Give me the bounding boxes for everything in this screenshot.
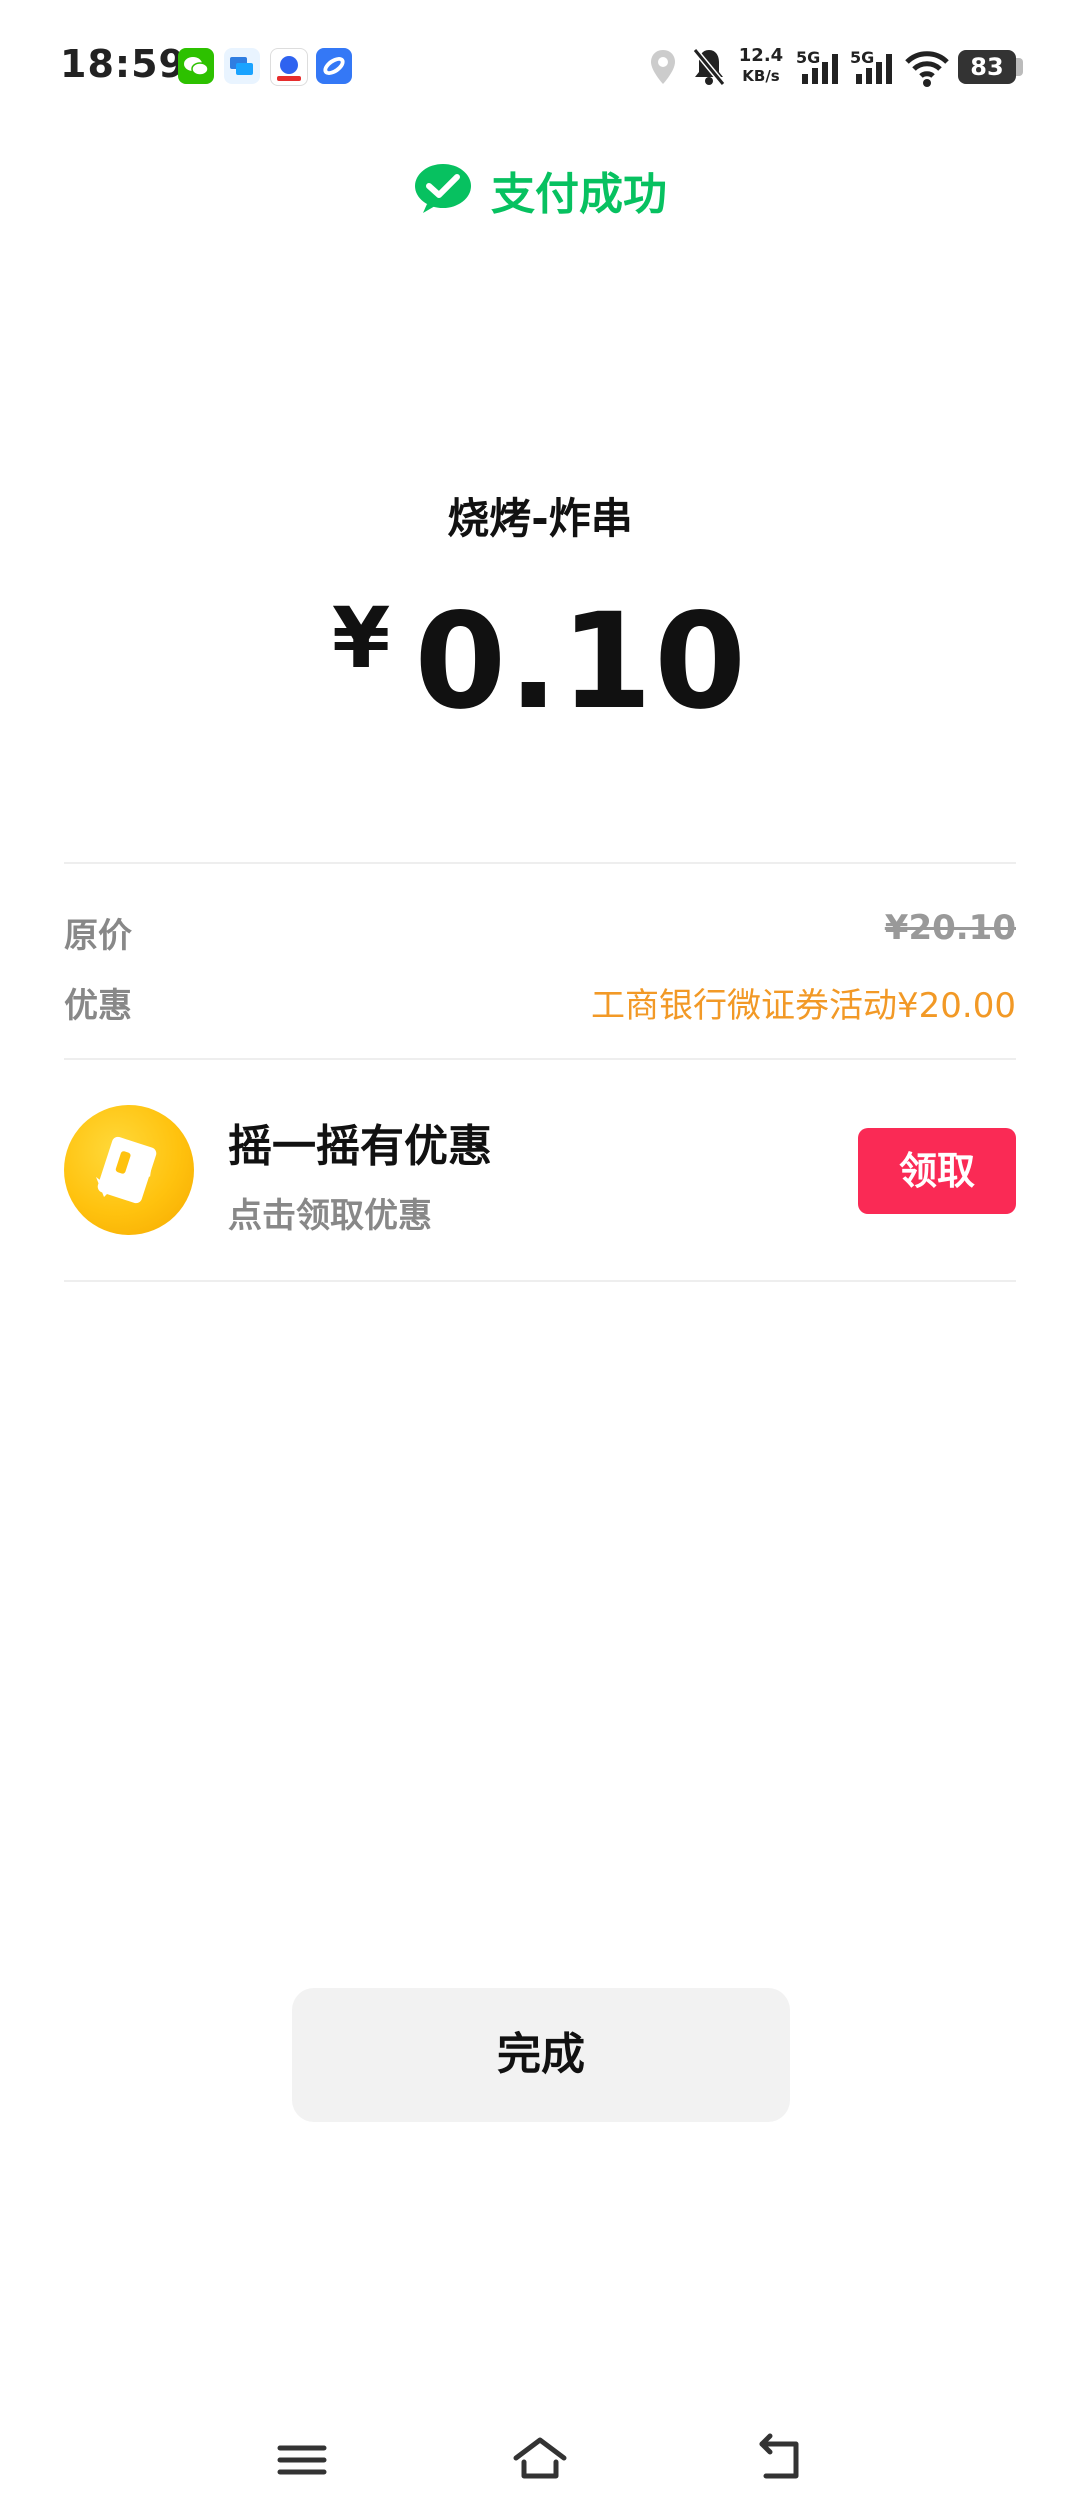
divider (64, 1058, 1016, 1060)
shake-promo: 摇一摇有优惠 点击领取优惠 领取 (64, 1100, 1016, 1240)
divider (64, 1280, 1016, 1282)
claim-button[interactable]: 领取 (858, 1128, 1016, 1214)
divider (64, 862, 1016, 864)
signal-bars-icon (802, 54, 838, 84)
signal-2: 5G (850, 46, 900, 88)
mute-bell-icon (690, 46, 728, 92)
currency-symbol: ¥ (331, 589, 391, 687)
signal-bars-icon (856, 54, 892, 84)
signal-1: 5G (796, 46, 846, 88)
browser-icon (316, 48, 352, 84)
net-speed-unit: KB/s (742, 67, 780, 85)
promo-subtitle: 点击领取优惠 (228, 1196, 432, 1236)
wechat-pay-check-icon (413, 162, 473, 218)
original-price-label: 原价 (64, 916, 132, 956)
wechat-icon (178, 48, 214, 84)
payment-success-screen: 18:59 12.4 KB/s 5G 5G 83 支付成功 烧烤-炸串 ¥ 0.… (0, 0, 1080, 2520)
done-button[interactable]: 完成 (292, 1988, 790, 2122)
message-icon (224, 48, 260, 84)
baidu-icon (270, 48, 308, 86)
discount-value: 工商银行微证券活动¥20.00 (591, 986, 1016, 1026)
success-title: 支付成功 (491, 169, 667, 220)
merchant-name: 烧烤-炸串 (447, 494, 633, 543)
status-time: 18:59 (60, 42, 186, 86)
status-bar: 18:59 12.4 KB/s 5G 5G 83 (0, 0, 1080, 140)
system-nav-bar (0, 2410, 1080, 2510)
original-price-value: ¥20.10 (884, 908, 1016, 948)
promo-title: 摇一摇有优惠 (228, 1121, 492, 1172)
net-speed: 12.4 KB/s (738, 46, 784, 86)
coupon-icon (64, 1105, 194, 1235)
original-price-row: 原价 ¥20.10 (64, 908, 1016, 958)
net-speed-value: 12.4 (738, 45, 784, 66)
location-icon (648, 48, 678, 92)
amount-value: 0.10 (414, 585, 749, 739)
discount-label: 优惠 (64, 986, 132, 1026)
home-icon[interactable] (510, 2430, 570, 2490)
discount-row: 优惠 工商银行微证券活动¥20.00 (64, 978, 1016, 1028)
battery-cap (1016, 58, 1023, 76)
wifi-icon (904, 48, 950, 92)
success-header: 支付成功 (0, 150, 1080, 230)
back-icon[interactable] (752, 2430, 812, 2490)
menu-icon[interactable] (272, 2430, 332, 2490)
payment-amount: ¥0.10 (0, 585, 1080, 739)
battery-level: 83 (958, 50, 1016, 84)
